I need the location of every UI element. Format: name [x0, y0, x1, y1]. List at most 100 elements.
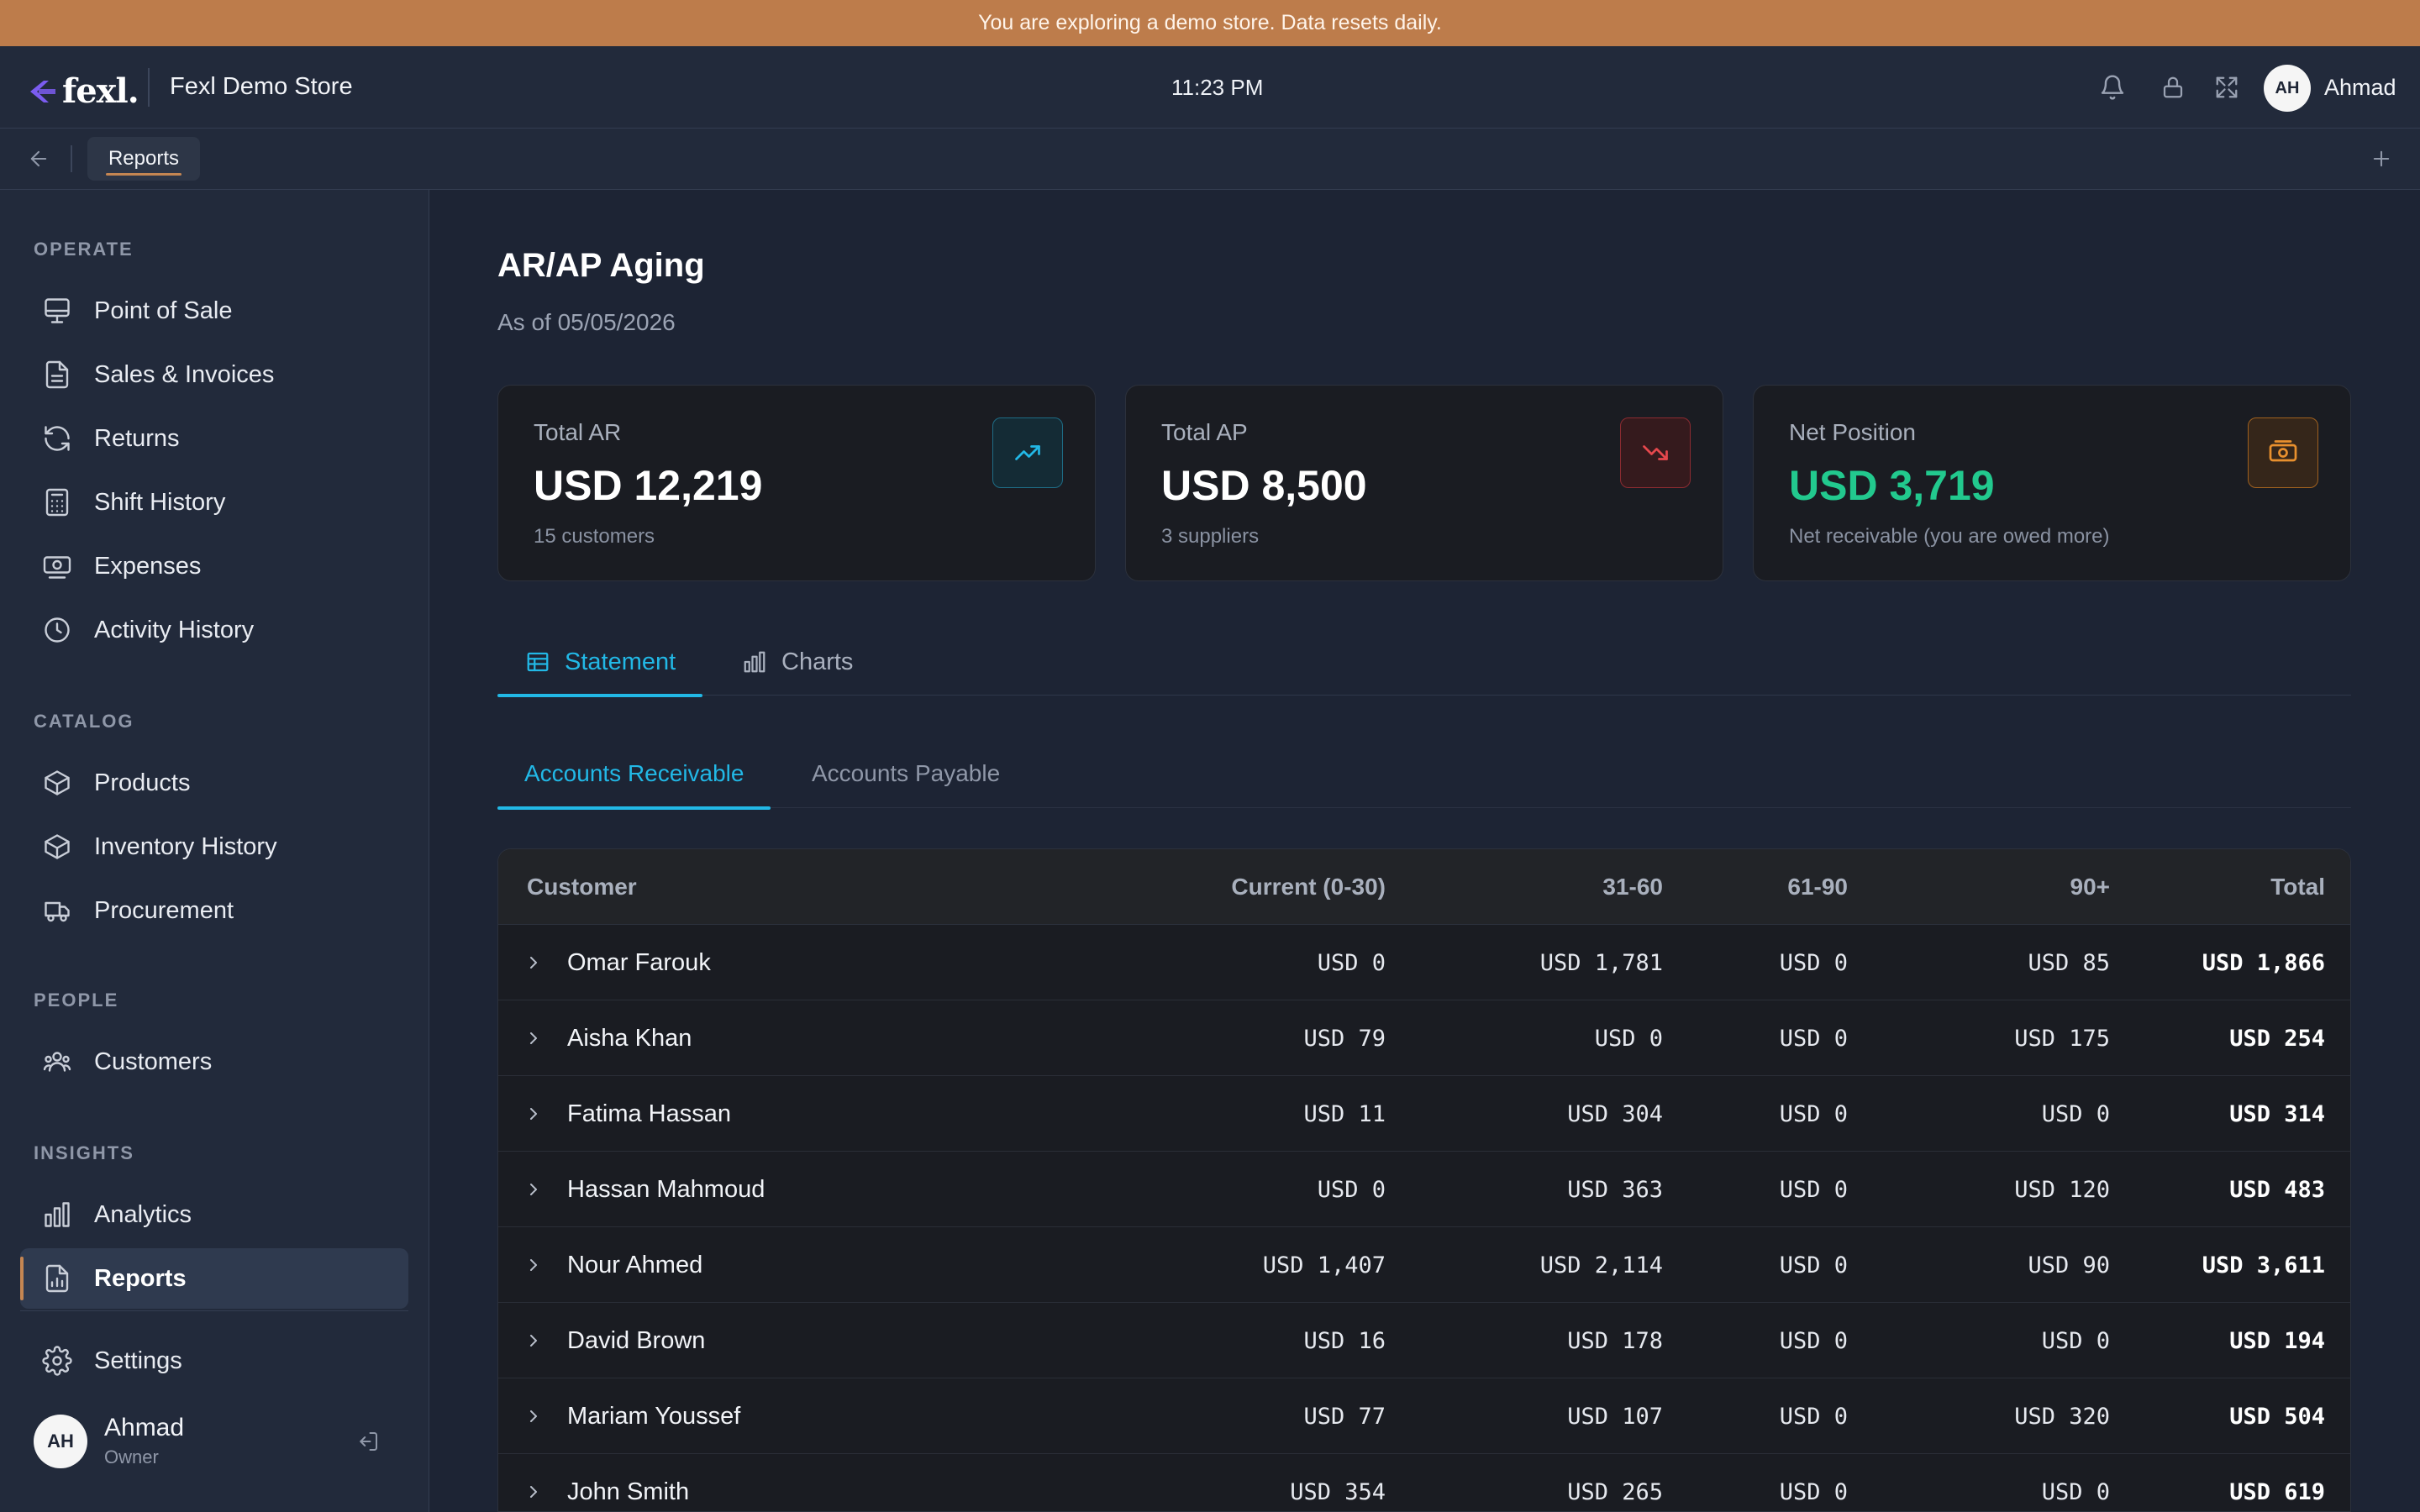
cell-customer: Hassan Mahmoud — [567, 1175, 765, 1203]
tab-accounts-receivable[interactable]: Accounts Receivable — [497, 739, 771, 810]
user-avatar[interactable]: AH — [2264, 65, 2311, 112]
tab-statement[interactable]: Statement — [497, 628, 703, 697]
sidebar-item-label: Expenses — [94, 552, 202, 580]
sidebar-item-analytics[interactable]: Analytics — [20, 1184, 408, 1245]
cell-31-60: USD 265 — [1567, 1478, 1663, 1505]
active-tab-indicator — [497, 806, 771, 810]
table-row[interactable]: Hassan Mahmoud USD 0 USD 363 USD 0 USD 120 US… — [498, 1152, 2350, 1227]
plus-icon — [2373, 150, 2390, 167]
sidebar-item-reports[interactable]: Reports — [20, 1248, 408, 1309]
table-row[interactable]: Nour Ahmed USD 1,407 USD 2,114 USD 0 USD 90 U… — [498, 1227, 2350, 1303]
sidebar-item-sales-invoices[interactable]: Sales & Invoices — [20, 344, 408, 405]
main-content: AR/AP Aging As of 05/05/2026 Total AR US… — [430, 190, 2420, 1512]
chevron-right-icon[interactable] — [522, 1404, 545, 1428]
user-name[interactable]: Ahmad — [2324, 75, 2396, 101]
cell-90-plus: USD 0 — [2041, 1100, 2110, 1127]
cell-customer: Fatima Hassan — [567, 1100, 732, 1127]
column-header-90-plus[interactable]: 90+ — [1917, 849, 2111, 925]
back-button[interactable] — [24, 144, 54, 174]
cell-61-90: USD 0 — [1779, 1176, 1848, 1203]
sidebar-item-expenses[interactable]: Expenses — [20, 536, 408, 596]
top-bar: fexl. Fexl Demo Store 11:23 PM AH Ahmad — [0, 46, 2420, 129]
logo[interactable]: fexl. — [27, 71, 139, 111]
cell-31-60: USD 178 — [1567, 1327, 1663, 1354]
refresh-icon — [39, 420, 76, 457]
cell-90-plus: USD 85 — [2028, 949, 2110, 976]
table-row[interactable]: John Smith USD 354 USD 265 USD 0 USD 0 USD 61… — [498, 1454, 2350, 1511]
avatar[interactable]: AH — [34, 1415, 87, 1468]
sidebar-item-label: Customers — [94, 1047, 213, 1075]
table-row[interactable]: Mariam Youssef USD 77 USD 107 USD 0 USD 320 U… — [498, 1378, 2350, 1454]
sidebar-item-label: Sales & Invoices — [94, 360, 275, 388]
cell-61-90: USD 0 — [1779, 949, 1848, 976]
trending-up-icon — [992, 417, 1063, 488]
sidebar-item-activity-history[interactable]: Activity History — [20, 600, 408, 660]
table-row[interactable]: Fatima Hassan USD 11 USD 304 USD 0 USD 0 USD … — [498, 1076, 2350, 1152]
cell-90-plus: USD 120 — [2014, 1176, 2110, 1203]
card-note: 3 suppliers — [1161, 525, 1260, 548]
column-header-31-60[interactable]: 31-60 — [1453, 849, 1663, 925]
money-icon — [2248, 417, 2318, 488]
cell-total: USD 3,611 — [2202, 1252, 2325, 1278]
cell-customer: Omar Farouk — [567, 948, 711, 976]
notifications-button[interactable] — [2096, 71, 2129, 104]
cell-current: USD 0 — [1317, 1176, 1386, 1203]
section-title-insights: INSIGHTS — [34, 1142, 134, 1163]
sidebar-item-procurement[interactable]: Procurement — [20, 880, 408, 941]
active-tab-indicator — [106, 173, 182, 176]
sidebar-item-customers[interactable]: Customers — [20, 1032, 408, 1092]
demo-banner-text: You are exploring a demo store. Data res… — [978, 11, 1442, 34]
chevron-right-icon[interactable] — [522, 951, 545, 974]
table-row[interactable]: David Brown USD 16 USD 178 USD 0 USD 0 USD 19… — [498, 1303, 2350, 1378]
sidebar-item-returns[interactable]: Returns — [20, 408, 408, 469]
bell-icon — [2101, 75, 2124, 100]
demo-banner: You are exploring a demo store. Data res… — [0, 0, 2420, 46]
sidebar-item-label: Settings — [94, 1347, 182, 1374]
summary-card-total-ap: Total AP USD 8,500 3 suppliers — [1125, 385, 1723, 581]
tab-reports[interactable]: Reports — [87, 137, 200, 181]
chevron-right-icon[interactable] — [522, 1026, 545, 1050]
logo-mark-icon — [30, 80, 55, 102]
sidebar-item-point-of-sale[interactable]: Point of Sale — [20, 281, 408, 341]
column-header-customer[interactable]: Customer — [527, 849, 637, 925]
cell-31-60: USD 2,114 — [1539, 1252, 1663, 1278]
expand-icon — [2216, 76, 2238, 98]
chevron-right-icon[interactable] — [522, 1329, 545, 1352]
column-header-total[interactable]: Total — [2137, 849, 2325, 925]
tab-statement-label: Statement — [565, 648, 676, 675]
card-label: Net Position — [1789, 419, 1916, 445]
chevron-right-icon[interactable] — [522, 1253, 545, 1277]
chevron-right-icon[interactable] — [522, 1480, 545, 1504]
chevron-right-icon[interactable] — [522, 1102, 545, 1126]
cell-31-60: USD 107 — [1567, 1403, 1663, 1430]
table-row[interactable]: Aisha Khan USD 79 USD 0 USD 0 USD 175 USD 254 — [498, 1000, 2350, 1076]
cell-customer: Mariam Youssef — [567, 1402, 741, 1430]
column-header-current[interactable]: Current (0-30) — [1086, 849, 1386, 925]
cell-current: USD 79 — [1303, 1025, 1386, 1052]
logout-button[interactable] — [351, 1425, 385, 1458]
cell-61-90: USD 0 — [1779, 1478, 1848, 1505]
column-header-61-90[interactable]: 61-90 — [1705, 849, 1848, 925]
new-tab-button[interactable] — [2366, 144, 2396, 174]
lock-icon — [2163, 76, 2183, 98]
gear-icon — [39, 1342, 76, 1379]
table-header: Customer Current (0-30) 31-60 61-90 90+ … — [498, 849, 2350, 925]
cell-90-plus: USD 0 — [2041, 1478, 2110, 1505]
sidebar-item-label: Point of Sale — [94, 297, 233, 324]
card-value: USD 8,500 — [1161, 462, 1367, 509]
table-row[interactable]: Omar Farouk USD 0 USD 1,781 USD 0 USD 85 USD … — [498, 925, 2350, 1000]
chevron-right-icon[interactable] — [522, 1178, 545, 1201]
sidebar-item-inventory-history[interactable]: Inventory History — [20, 816, 408, 877]
lock-button[interactable] — [2156, 71, 2190, 104]
sidebar-item-label: Inventory History — [94, 832, 277, 860]
sidebar-item-shift-history[interactable]: Shift History — [20, 472, 408, 533]
tab-charts[interactable]: Charts — [741, 628, 853, 696]
sidebar-item-settings[interactable]: Settings — [20, 1331, 408, 1391]
trending-down-icon — [1620, 417, 1691, 488]
fullscreen-button[interactable] — [2210, 71, 2244, 104]
cell-total: USD 194 — [2229, 1327, 2325, 1354]
cell-31-60: USD 1,781 — [1539, 949, 1663, 976]
divider — [148, 68, 150, 107]
tab-accounts-payable[interactable]: Accounts Payable — [812, 739, 1000, 808]
sidebar-item-products[interactable]: Products — [20, 753, 408, 813]
